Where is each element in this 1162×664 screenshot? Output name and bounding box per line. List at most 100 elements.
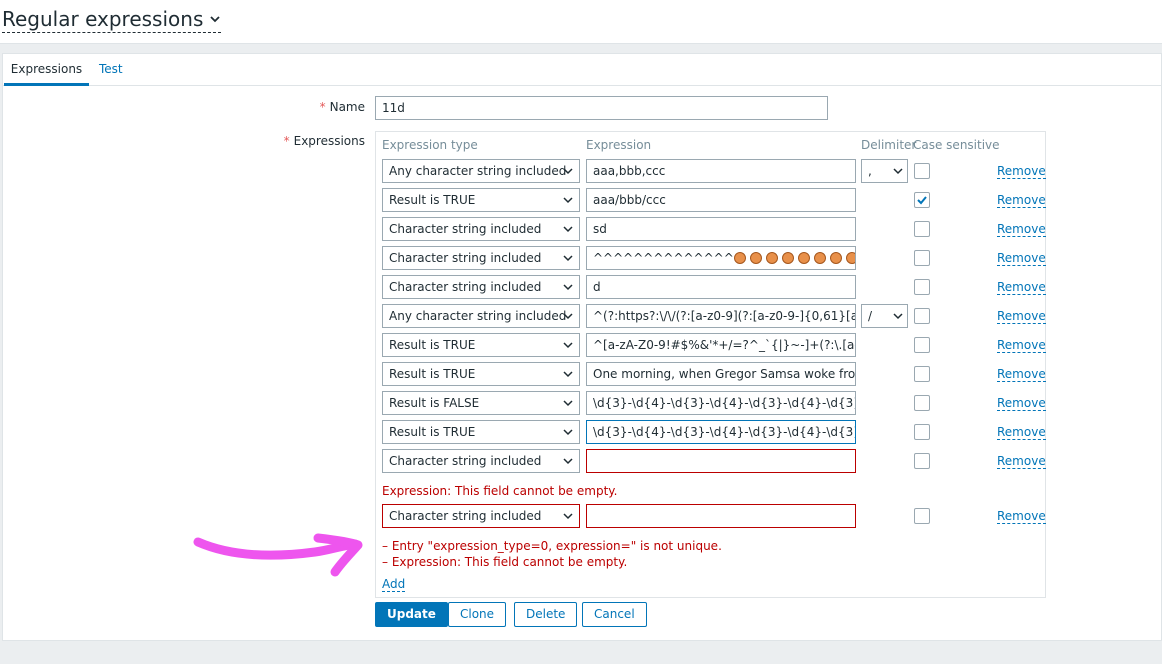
remove-link[interactable]: Remove — [997, 509, 1046, 524]
expression-type-select[interactable]: Result is TRUE — [382, 188, 580, 212]
cancel-button[interactable]: Cancel — [582, 602, 647, 627]
expression-type-value: Character string included — [389, 280, 542, 294]
expression-type-value: Result is TRUE — [389, 338, 476, 352]
expression-row: Result is FALSE \d{3}-\d{4}-\d{3}-\d{4}-\… — [376, 391, 1046, 415]
case-sensitive-checkbox[interactable] — [914, 453, 930, 469]
expression-input[interactable]: ^(?:https?:\/\/(?:[a-z0-9](?:[a-z0-9-]{0… — [586, 304, 856, 328]
emoji-icon — [829, 252, 842, 264]
expression-row: Character string included Remove — [376, 449, 1046, 473]
remove-link[interactable]: Remove — [997, 454, 1046, 469]
expression-input[interactable]: One morning, when Gregor Samsa woke from… — [586, 362, 856, 386]
case-sensitive-checkbox[interactable] — [914, 279, 930, 295]
expression-row: Character string included Remove — [376, 504, 1046, 528]
case-sensitive-checkbox[interactable] — [914, 308, 930, 324]
expression-type-value: Character string included — [389, 509, 542, 523]
case-sensitive-checkbox[interactable] — [914, 163, 930, 179]
expression-input[interactable]: ^[a-zA-Z0-9!#$%&'*+/=?^_`{|}~-]+(?:\.[a-… — [586, 333, 856, 357]
tab-test[interactable]: Test — [89, 54, 133, 86]
expression-value: aaa,bbb,ccc — [593, 164, 666, 178]
expression-type-select[interactable]: Result is FALSE — [382, 391, 580, 415]
case-sensitive-checkbox[interactable] — [914, 250, 930, 266]
expression-type-select[interactable]: Character string included — [382, 217, 580, 241]
emoji-icon — [765, 252, 778, 264]
expressions-label-text: Expressions — [293, 134, 365, 148]
expression-row: Character string included ^^^^^^^^^^^^^^ R… — [376, 246, 1046, 270]
name-input[interactable]: 11d — [375, 96, 828, 120]
expression-value: \d{3}-\d{4}-\d{3}-\d{4}-\d{3}-\d{4}-\d{3… — [593, 396, 855, 410]
emoji-icon — [813, 252, 826, 264]
delimiter-value: / — [868, 309, 873, 323]
case-sensitive-checkbox[interactable] — [914, 366, 930, 382]
emoji-icon — [797, 252, 810, 264]
expression-type-select[interactable]: Character string included — [382, 246, 580, 270]
expression-input[interactable]: sd — [586, 217, 856, 241]
expression-row: Character string included d Remove — [376, 275, 1046, 299]
expression-input[interactable]: aaa,bbb,ccc — [586, 159, 856, 183]
remove-link[interactable]: Remove — [997, 338, 1046, 353]
expressions-table: Expression type Expression Delimiter Cas… — [375, 131, 1046, 598]
expression-row: Character string included sd Remove — [376, 217, 1046, 241]
remove-link[interactable]: Remove — [997, 193, 1046, 208]
expression-row: Result is TRUE ^[a-zA-Z0-9!#$%&'*+/=?^_`{… — [376, 333, 1046, 357]
expression-type-select[interactable]: Result is TRUE — [382, 362, 580, 386]
delete-button[interactable]: Delete — [514, 602, 578, 627]
remove-link[interactable]: Remove — [997, 164, 1046, 179]
form-container: Expressions Test * Name 11d * Expressions … — [2, 53, 1162, 641]
clone-button[interactable]: Clone — [448, 602, 507, 627]
expression-input[interactable] — [586, 449, 856, 473]
expression-type-select[interactable]: Any character string included — [382, 159, 580, 183]
expression-type-select[interactable]: Result is TRUE — [382, 333, 580, 357]
case-sensitive-checkbox[interactable] — [914, 221, 930, 237]
header-delimiter: Delimiter — [861, 138, 917, 152]
required-mark: * — [319, 100, 326, 114]
expression-input[interactable]: \d{3}-\d{4}-\d{3}-\d{4}-\d{3}-\d{4}-\d{3… — [586, 420, 856, 444]
annotation-arrow-icon — [193, 533, 363, 577]
expression-input[interactable]: ^^^^^^^^^^^^^^ — [586, 246, 856, 270]
expression-row: Any character string included aaa,bbb,ccc… — [376, 159, 1046, 183]
add-link[interactable]: Add — [382, 577, 406, 592]
case-sensitive-checkbox[interactable] — [914, 424, 930, 440]
emoji-icon — [845, 252, 855, 264]
case-sensitive-checkbox[interactable] — [914, 192, 930, 208]
header-case-sensitive: Case sensitive — [913, 138, 1000, 152]
error-message: Expression: This field cannot be empty. — [382, 484, 618, 498]
expression-type-select[interactable]: Any character string included — [382, 304, 580, 328]
delimiter-select[interactable]: , — [861, 159, 908, 183]
remove-link[interactable]: Remove — [997, 251, 1046, 266]
expression-type-value: Result is TRUE — [389, 425, 476, 439]
page-title[interactable]: Regular expressions — [2, 7, 222, 33]
expression-type-select[interactable]: Result is TRUE — [382, 420, 580, 444]
required-mark: * — [283, 134, 290, 148]
expression-value: ^[a-zA-Z0-9!#$%&'*+/=?^_`{|}~-]+(?:\.[a-… — [593, 338, 855, 352]
case-sensitive-checkbox[interactable] — [914, 395, 930, 411]
expression-input[interactable]: aaa/bbb/ccc — [586, 188, 856, 212]
expression-value: \d{3}-\d{4}-\d{3}-\d{4}-\d{3}-\d{4}-\d{3… — [593, 425, 855, 439]
remove-link[interactable]: Remove — [997, 367, 1046, 382]
tab-bar: Expressions Test — [3, 54, 1161, 86]
expression-type-value: Any character string included — [389, 309, 567, 323]
delimiter-select[interactable]: / — [861, 304, 908, 328]
expression-type-value: Result is TRUE — [389, 367, 476, 381]
update-button[interactable]: Update — [375, 602, 448, 627]
expression-type-select[interactable]: Character string included — [382, 449, 580, 473]
remove-link[interactable]: Remove — [997, 280, 1046, 295]
remove-link[interactable]: Remove — [997, 425, 1046, 440]
expression-input[interactable]: d — [586, 275, 856, 299]
expression-row: Result is TRUE aaa/bbb/ccc Remove — [376, 188, 1046, 212]
expression-type-select[interactable]: Character string included — [382, 275, 580, 299]
expression-input[interactable] — [586, 504, 856, 528]
expression-row: Result is TRUE One morning, when Gregor S… — [376, 362, 1046, 386]
remove-link[interactable]: Remove — [997, 309, 1046, 324]
header-expression-type: Expression type — [382, 138, 478, 152]
expression-value: One morning, when Gregor Samsa woke from… — [593, 367, 856, 381]
expression-type-value: Character string included — [389, 454, 542, 468]
expression-value: aaa/bbb/ccc — [593, 193, 666, 207]
remove-link[interactable]: Remove — [997, 222, 1046, 237]
expression-input[interactable]: \d{3}-\d{4}-\d{3}-\d{4}-\d{3}-\d{4}-\d{3… — [586, 391, 856, 415]
case-sensitive-checkbox[interactable] — [914, 508, 930, 524]
error-message: – Expression: This field cannot be empty… — [382, 555, 628, 569]
tab-expressions[interactable]: Expressions — [4, 54, 89, 86]
case-sensitive-checkbox[interactable] — [914, 337, 930, 353]
remove-link[interactable]: Remove — [997, 396, 1046, 411]
expression-type-select[interactable]: Character string included — [382, 504, 580, 528]
